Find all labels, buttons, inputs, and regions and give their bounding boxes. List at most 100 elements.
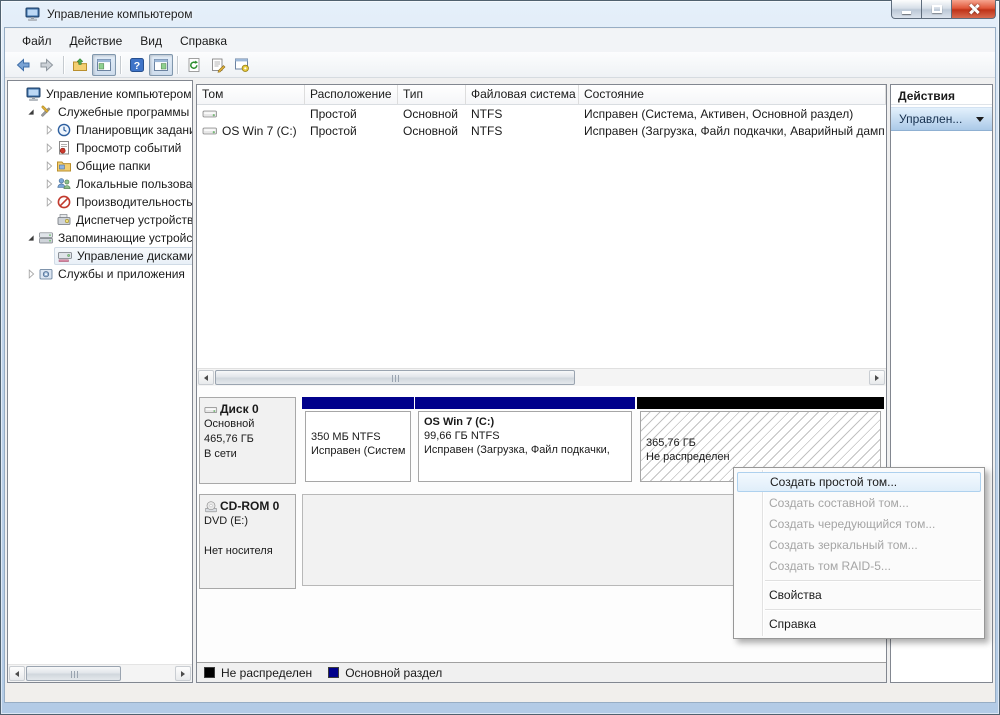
- disk0-state: В сети: [204, 448, 237, 460]
- tree-item-task-scheduler[interactable]: Планировщик задани: [8, 121, 192, 139]
- menu-item-create-simple-volume[interactable]: Создать простой том...: [737, 472, 981, 492]
- maximize-button[interactable]: [922, 0, 951, 19]
- volume-layout: Простой: [310, 123, 357, 138]
- column-header-status[interactable]: Состояние: [579, 85, 886, 104]
- tree-item-computer-management[interactable]: Управление компьютером (: [8, 85, 192, 103]
- legend-primary-partition: Основной раздел: [328, 666, 442, 680]
- actions-section-header[interactable]: Управлен...: [891, 107, 992, 131]
- volume-list-horizontal-scrollbar[interactable]: [197, 368, 886, 387]
- show-action-pane-button[interactable]: [149, 53, 173, 76]
- disk0-size: 465,76 ГБ: [204, 433, 254, 445]
- volume-row-system[interactable]: Простой Основной NTFS Исправен (Система,…: [197, 105, 886, 122]
- properties-icon: [210, 57, 226, 73]
- minimize-button[interactable]: [891, 0, 922, 19]
- refresh-button[interactable]: [182, 54, 206, 76]
- expanded-icon[interactable]: [24, 105, 38, 119]
- partition-size-fs: 99,66 ГБ NTFS: [424, 430, 500, 442]
- tree-item-storage[interactable]: Запоминающие устройс: [8, 229, 192, 247]
- menu-item-create-mirrored-volume: Создать зеркальный том...: [769, 538, 918, 552]
- cdrom-drive-letter: DVD (E:): [204, 515, 248, 527]
- partition-size-fs: 350 МБ NTFS: [311, 431, 381, 443]
- tree-item-label: Запоминающие устройс: [58, 231, 192, 245]
- console-settings-button[interactable]: [230, 54, 254, 76]
- scrollbar-thumb[interactable]: [26, 666, 121, 681]
- menu-separator: [765, 609, 981, 610]
- console-tree-panel: Управление компьютером ( Служебные прогр…: [7, 80, 193, 683]
- column-header-layout[interactable]: Расположение: [305, 85, 398, 104]
- tree-item-performance[interactable]: Производительность: [8, 193, 192, 211]
- close-button[interactable]: [951, 0, 996, 19]
- scrollbar-thumb[interactable]: [215, 370, 575, 385]
- tree-item-shared-folders[interactable]: Общие папки: [8, 157, 192, 175]
- menu-item-properties[interactable]: Свойства: [737, 585, 981, 605]
- tree-item-label: Диспетчер устройств: [76, 213, 192, 227]
- console-tree-icon: [96, 57, 112, 73]
- scroll-right-button[interactable]: [869, 370, 885, 385]
- device-manager-icon: [56, 212, 72, 228]
- menu-action[interactable]: Действие: [61, 31, 132, 51]
- volume-layout: Простой: [310, 106, 357, 121]
- partition-system-reserved[interactable]: 350 МБ NTFS Исправен (Систем: [302, 397, 414, 484]
- column-header-filesystem[interactable]: Файловая система: [466, 85, 579, 104]
- actions-title: Действия: [891, 85, 992, 105]
- tree-item-device-manager[interactable]: Диспетчер устройств: [8, 211, 192, 229]
- partition-status: Исправен (Загрузка, Файл подкачки,: [424, 444, 610, 456]
- menu-item-create-spanned-volume: Создать составной том...: [769, 496, 909, 510]
- primary-partition-band: [415, 397, 635, 409]
- show-console-tree-button[interactable]: [92, 53, 116, 76]
- partition-os-c[interactable]: OS Win 7 (C:) 99,66 ГБ NTFS Исправен (За…: [415, 397, 635, 484]
- collapsed-icon[interactable]: [42, 141, 56, 155]
- back-button[interactable]: [11, 54, 35, 76]
- actions-section-label: Управлен...: [899, 112, 963, 126]
- action-pane-icon: [153, 57, 169, 73]
- forward-button[interactable]: [35, 54, 59, 76]
- properties-button[interactable]: [206, 54, 230, 76]
- collapsed-icon[interactable]: [42, 177, 56, 191]
- column-header-type[interactable]: Тип: [398, 85, 466, 104]
- forward-arrow-icon: [39, 57, 55, 73]
- console-tree: Управление компьютером ( Служебные прогр…: [8, 85, 192, 283]
- partition-status: Исправен (Систем: [311, 445, 406, 457]
- primary-partition-band: [302, 397, 414, 409]
- disk-legend: Не распределен Основной раздел: [197, 662, 886, 682]
- tree-item-label: Служебные программы: [58, 105, 190, 119]
- collapsed-icon[interactable]: [42, 159, 56, 173]
- column-header-volume[interactable]: Том: [197, 85, 305, 104]
- unallocated-swatch: [204, 667, 215, 678]
- volume-status: Исправен (Система, Активен, Основной раз…: [584, 106, 854, 121]
- tree-item-event-viewer[interactable]: Просмотр событий: [8, 139, 192, 157]
- collapsed-icon[interactable]: [42, 123, 56, 137]
- menu-item-create-striped-volume: Создать чередующийся том...: [769, 517, 936, 531]
- cdrom-label-box[interactable]: CD-ROM 0 DVD (E:) Нет носителя: [199, 494, 296, 589]
- chevron-down-icon: [976, 116, 984, 122]
- tree-item-services[interactable]: Службы и приложения: [8, 265, 192, 283]
- minimize-icon: [902, 10, 911, 14]
- menu-file[interactable]: Файл: [13, 31, 61, 51]
- collapsed-icon[interactable]: [24, 267, 38, 281]
- scroll-left-button[interactable]: [9, 666, 25, 681]
- tree-item-system-tools[interactable]: Служебные программы: [8, 103, 192, 121]
- scroll-left-button[interactable]: [198, 370, 214, 385]
- disk-icon: [204, 403, 218, 417]
- tree-item-disk-management[interactable]: Управление дисками: [8, 247, 192, 265]
- tree-item-local-users[interactable]: Локальные пользова: [8, 175, 192, 193]
- help-button[interactable]: [125, 54, 149, 76]
- scroll-right-button[interactable]: [175, 666, 191, 681]
- title-bar[interactable]: Управление компьютером: [0, 0, 1000, 28]
- disk0-label-box[interactable]: Диск 0 Основной 465,76 ГБ В сети: [199, 397, 296, 484]
- back-arrow-icon: [15, 57, 31, 73]
- volume-row-os[interactable]: OS Win 7 (C:) Простой Основной NTFS Испр…: [197, 122, 886, 139]
- up-one-level-button[interactable]: [68, 54, 92, 76]
- expanded-icon[interactable]: [24, 231, 38, 245]
- storage-icon: [38, 230, 54, 246]
- menu-item-create-raid5-volume: Создать том RAID-5...: [769, 559, 891, 573]
- menu-view[interactable]: Вид: [131, 31, 171, 51]
- legend-label: Основной раздел: [345, 665, 443, 680]
- menu-bar: Файл Действие Вид Справка: [5, 29, 995, 52]
- tree-horizontal-scrollbar[interactable]: [8, 664, 192, 682]
- menu-help[interactable]: Справка: [171, 31, 236, 51]
- tree-item-label: Управление дисками: [77, 249, 192, 263]
- collapsed-icon[interactable]: [42, 195, 56, 209]
- menu-item-help[interactable]: Справка: [737, 614, 981, 634]
- refresh-icon: [186, 57, 202, 73]
